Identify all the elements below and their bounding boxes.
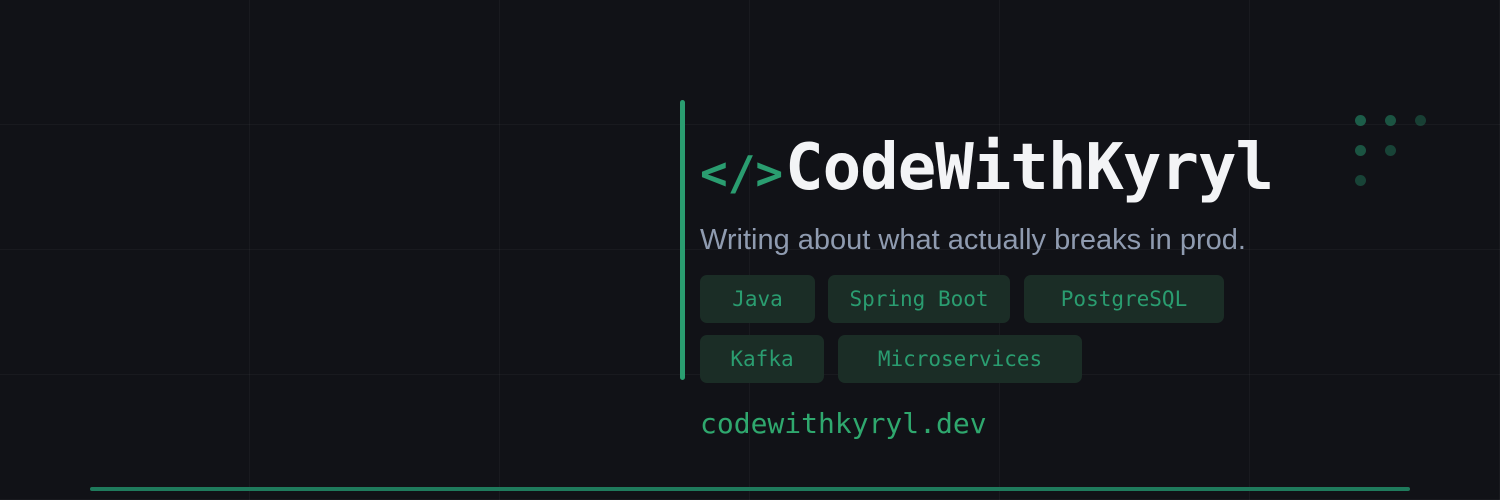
code-brackets-icon: </> (700, 146, 784, 200)
dot-icon (1355, 175, 1366, 186)
site-url: codewithkyryl.dev (700, 407, 987, 440)
dot-icon (1415, 115, 1426, 126)
tag-spring-boot: Spring Boot (828, 275, 1010, 323)
dot-icon (1385, 115, 1396, 126)
bottom-divider (90, 487, 1410, 491)
tag-microservices: Microservices (838, 335, 1082, 383)
dot-icon (1385, 145, 1396, 156)
tag-postgresql: PostgreSQL (1024, 275, 1224, 323)
profile-banner: </>CodeWithKyryl Writing about what actu… (0, 0, 1500, 500)
tag-kafka: Kafka (700, 335, 824, 383)
tag-java: Java (700, 275, 815, 323)
dot-icon (1355, 145, 1366, 156)
dot-icon (1355, 115, 1366, 126)
site-name: CodeWithKyryl (785, 131, 1274, 205)
tagline: Writing about what actually breaks in pr… (700, 224, 1246, 256)
accent-bar (680, 100, 685, 380)
site-title: </>CodeWithKyryl (700, 128, 1274, 213)
